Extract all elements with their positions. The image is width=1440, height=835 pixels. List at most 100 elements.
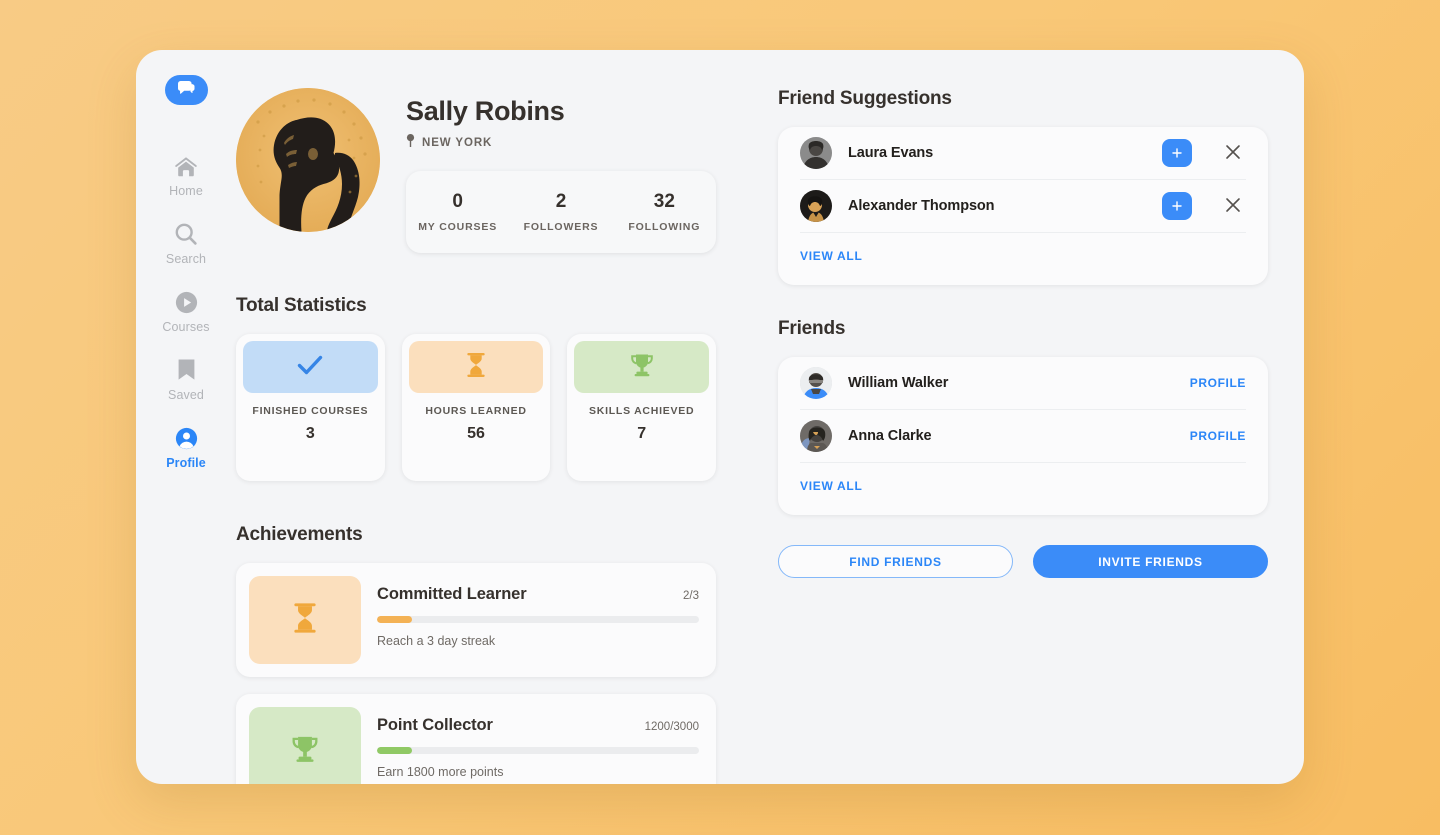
sidebar-item-home[interactable]: Home <box>151 153 221 198</box>
stat-card-value: 3 <box>305 425 315 442</box>
main-content: Sally Robins NEW YORK 0 MY COURSES 2 FOL… <box>236 50 1304 784</box>
view-profile-link[interactable]: PROFILE <box>1190 376 1246 390</box>
achievement-icon-wrap <box>249 707 361 784</box>
hourglass-icon <box>294 602 316 638</box>
person-name: Alexander Thompson <box>848 198 995 214</box>
check-icon <box>297 354 323 381</box>
total-statistics-cards: FINISHED COURSES 3 HOURS LEARNED 56 SKIL… <box>236 334 717 481</box>
achievement-progress-fill <box>377 616 413 623</box>
person-name: Laura Evans <box>848 145 934 161</box>
user-circle-icon <box>174 425 199 451</box>
sidebar-item-label: Courses <box>162 320 210 334</box>
friend-suggestions-panel: Laura Evans Alexander Thompson VIEW ALL <box>778 127 1268 285</box>
achievement-progress-text: 2/3 <box>683 590 699 602</box>
chat-bubble-icon <box>177 80 195 100</box>
stat-label: MY COURSES <box>418 221 498 233</box>
profile-stats-pill: 0 MY COURSES 2 FOLLOWERS 32 FOLLOWING <box>406 171 716 253</box>
list-item[interactable]: William Walker PROFILE <box>800 357 1246 410</box>
find-friends-button[interactable]: FIND FRIENDS <box>778 545 1013 578</box>
search-icon <box>174 221 198 247</box>
play-circle-icon <box>174 289 199 315</box>
stat-card-icon-wrap <box>574 341 710 393</box>
sidebar-item-search[interactable]: Search <box>151 221 221 266</box>
sidebar-item-label: Saved <box>168 388 204 402</box>
brand-logo[interactable] <box>164 75 208 105</box>
list-item[interactable]: Anna Clarke PROFILE <box>800 410 1246 463</box>
stat-card-label: SKILLS ACHIEVED <box>588 405 695 417</box>
sidebar-item-profile[interactable]: Profile <box>151 425 221 470</box>
achievement-title: Committed Learner <box>377 585 527 603</box>
stat-card-value: 7 <box>637 425 647 442</box>
friends-panel: William Walker PROFILE Anna Clarke PROFI… <box>778 357 1268 515</box>
achievement-body: Committed Learner 2/3 Reach a 3 day stre… <box>377 576 699 664</box>
stat-card-finished-courses[interactable]: FINISHED COURSES 3 <box>236 334 385 481</box>
view-profile-link[interactable]: PROFILE <box>1190 429 1246 443</box>
stat-value: 2 <box>555 191 567 212</box>
sidebar-item-label: Profile <box>166 456 206 470</box>
achievement-description: Reach a 3 day streak <box>377 634 496 648</box>
achievement-title: Point Collector <box>377 716 493 734</box>
profile-location-text: NEW YORK <box>422 137 493 149</box>
sidebar: Home Search Courses Saved Profile <box>136 50 236 784</box>
map-pin-icon <box>406 134 415 152</box>
stat-value: 0 <box>452 191 463 212</box>
avatar <box>800 420 832 452</box>
achievement-icon-wrap <box>249 576 361 664</box>
sidebar-item-saved[interactable]: Saved <box>151 357 221 402</box>
total-statistics-heading: Total Statistics <box>236 295 367 316</box>
sidebar-item-label: Home <box>169 184 203 198</box>
close-icon <box>1225 197 1241 216</box>
stat-label: FOLLOWING <box>628 221 701 233</box>
friends-heading: Friends <box>778 318 846 339</box>
avatar <box>236 88 380 232</box>
avatar <box>800 190 832 222</box>
achievement-point-collector[interactable]: Point Collector 1200/3000 Earn 1800 more… <box>236 694 716 784</box>
stat-card-hours-learned[interactable]: HOURS LEARNED 56 <box>401 334 551 481</box>
plus-icon <box>1172 199 1182 214</box>
stat-value: 32 <box>653 191 675 212</box>
invite-friends-button[interactable]: INVITE FRIENDS <box>1033 545 1268 578</box>
achievement-top: Point Collector 1200/3000 <box>377 716 699 735</box>
stat-my-courses[interactable]: 0 MY COURSES <box>406 191 509 233</box>
list-item[interactable]: Laura Evans <box>800 127 1246 180</box>
stat-card-label: HOURS LEARNED <box>425 405 527 417</box>
add-friend-button[interactable] <box>1162 192 1192 220</box>
achievement-description: Earn 1800 more points <box>377 765 504 779</box>
profile-location: NEW YORK <box>406 134 716 152</box>
profile-meta: Sally Robins NEW YORK 0 MY COURSES 2 FOL… <box>406 88 716 253</box>
app-window: Home Search Courses Saved Profile Sally … <box>136 50 1304 784</box>
stat-card-value: 56 <box>467 425 485 442</box>
stat-following[interactable]: 32 FOLLOWING <box>613 191 716 233</box>
achievement-body: Point Collector 1200/3000 Earn 1800 more… <box>377 707 699 784</box>
profile-header: Sally Robins NEW YORK 0 MY COURSES 2 FOL… <box>236 88 716 253</box>
view-all-suggestions-link[interactable]: VIEW ALL <box>800 233 1246 285</box>
trophy-icon <box>629 353 655 382</box>
friend-suggestions-heading: Friend Suggestions <box>778 88 952 109</box>
stat-card-skills-achieved[interactable]: SKILLS ACHIEVED 7 <box>567 334 717 481</box>
page-title: Sally Robins <box>406 96 565 126</box>
list-item[interactable]: Alexander Thompson <box>800 180 1246 233</box>
close-icon <box>1225 144 1241 163</box>
trophy-icon <box>290 735 320 768</box>
sidebar-item-courses[interactable]: Courses <box>151 289 221 334</box>
achievements-list: Committed Learner 2/3 Reach a 3 day stre… <box>236 563 716 784</box>
achievement-progress-text: 1200/3000 <box>644 721 699 733</box>
dismiss-suggestion-button[interactable] <box>1220 140 1246 166</box>
avatar <box>800 137 832 169</box>
achievement-committed-learner[interactable]: Committed Learner 2/3 Reach a 3 day stre… <box>236 563 716 677</box>
person-name: William Walker <box>848 375 949 391</box>
bookmark-icon <box>177 357 196 383</box>
person-name: Anna Clarke <box>848 428 932 444</box>
plus-icon <box>1172 146 1182 161</box>
achievement-top: Committed Learner 2/3 <box>377 585 699 604</box>
stat-followers[interactable]: 2 FOLLOWERS <box>509 191 612 233</box>
achievement-progress-bar <box>377 616 699 623</box>
avatar <box>800 367 832 399</box>
friend-action-buttons: FIND FRIENDS INVITE FRIENDS <box>778 545 1268 578</box>
view-all-friends-link[interactable]: VIEW ALL <box>800 463 1246 515</box>
achievement-progress-fill <box>377 747 413 754</box>
home-icon <box>174 153 198 179</box>
add-friend-button[interactable] <box>1162 139 1192 167</box>
stat-card-icon-wrap <box>243 341 378 393</box>
dismiss-suggestion-button[interactable] <box>1220 193 1246 219</box>
